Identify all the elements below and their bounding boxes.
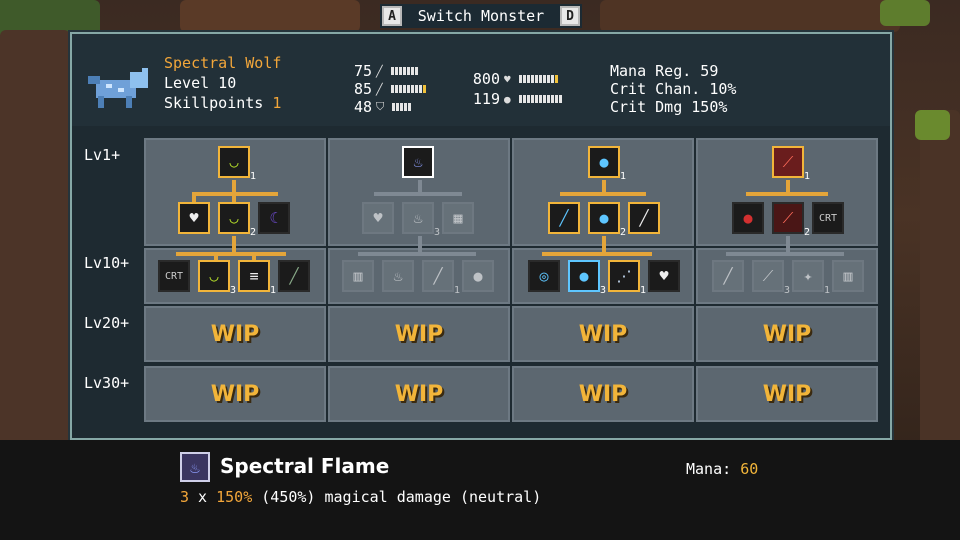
- crit-chance-stat: Crit Chan. 10%: [610, 80, 737, 98]
- skill-blood-slash[interactable]: ⟋ 1: [772, 146, 810, 182]
- desc-percent: 150%: [216, 488, 253, 506]
- mana-label: Mana:: [686, 460, 732, 478]
- skill-crit-up-2[interactable]: CRT: [812, 202, 844, 234]
- skill-shadow-slash[interactable]: ☾: [258, 202, 290, 234]
- defense-bar: [392, 103, 412, 111]
- skill-locked-c[interactable]: ╱ 1: [422, 260, 460, 296]
- wip-label: WIP: [394, 322, 444, 347]
- skill-health-up-locked[interactable]: ♥: [362, 202, 394, 234]
- desc-rest: (450%) magical damage (neutral): [252, 488, 542, 506]
- skill-frost-orb-3[interactable]: ● 3: [568, 260, 606, 296]
- skill-blood-drop[interactable]: ●: [732, 202, 764, 234]
- selected-skill-name: Spectral Flame: [220, 454, 390, 478]
- skill-locked-b[interactable]: ♨: [382, 260, 414, 292]
- heart-icon: ♥: [504, 72, 511, 86]
- skillpoints-label: Skillpoints: [164, 94, 264, 112]
- skill-info-bar: ♨ Spectral Flame Mana: 60 3 x 150% (450%…: [0, 440, 960, 540]
- skill-frost-orb-2[interactable]: ● 2: [588, 202, 626, 238]
- shield-bar: [518, 95, 562, 103]
- row-label-lv10: Lv10+: [84, 254, 130, 272]
- skill-heart-up[interactable]: ♥: [648, 260, 680, 292]
- switch-monster-label: Switch Monster: [417, 7, 545, 25]
- mana-regen-stat: Mana Reg. 59: [610, 62, 719, 80]
- skill-magic-up-locked[interactable]: ▦: [442, 202, 474, 234]
- row-label-lv1: Lv1+: [84, 146, 121, 164]
- skill-grid: Lv1+ Lv10+ Lv20+ Lv30+ WIP WIP WIP WIP W…: [72, 128, 890, 438]
- skill-locked-d[interactable]: ●: [462, 260, 494, 292]
- tree-cell-3-lv30: WIP: [512, 366, 694, 422]
- skill-magic-up[interactable]: ╱: [628, 202, 660, 234]
- wand-icon: ╱: [376, 82, 383, 96]
- stat-defense: 48 ⛉: [346, 98, 412, 116]
- monster-skillpoints: Skillpoints 1: [164, 94, 281, 112]
- skill-spectral-flame-2-locked[interactable]: ♨ 3: [402, 202, 440, 238]
- skill-tree-panel: Spectral Wolf Level 10 Skillpoints 1 75 …: [68, 30, 894, 442]
- skill-ice-spear[interactable]: ╱: [548, 202, 580, 234]
- wip-label: WIP: [762, 382, 812, 407]
- tree-cell-2-lv20: WIP: [328, 306, 510, 362]
- skill-locked-h[interactable]: ▥: [832, 260, 864, 292]
- skill-locked-a[interactable]: ▥: [342, 260, 374, 292]
- stat-magic: 85 ╱: [346, 80, 426, 98]
- shield-icon: ⛉: [376, 100, 385, 113]
- wip-label: WIP: [210, 382, 260, 407]
- stat-shield: 119 ●: [466, 90, 562, 108]
- switch-monster-bar: A Switch Monster D: [380, 4, 582, 28]
- row-label-lv30: Lv30+: [84, 374, 130, 392]
- selected-skill-mana: Mana: 60: [686, 460, 758, 478]
- wip-label: WIP: [578, 382, 628, 407]
- desc-x: x: [189, 488, 217, 506]
- skill-locked-f[interactable]: ⟋ 3: [752, 260, 790, 296]
- crit-damage-stat: Crit Dmg 150%: [610, 98, 728, 116]
- wip-label: WIP: [210, 322, 260, 347]
- skill-spectral-fang[interactable]: ◡ 1: [218, 146, 256, 182]
- attack-bar: [390, 67, 418, 75]
- spectral-flame-icon: ♨: [180, 452, 210, 482]
- health-value: 800: [472, 70, 500, 88]
- tree-cell-3-lv20: WIP: [512, 306, 694, 362]
- skill-health-up[interactable]: ♥: [178, 202, 210, 234]
- switch-next-key[interactable]: D: [560, 6, 580, 26]
- stat-attack: 75 ╱: [346, 62, 418, 80]
- stat-health: 800 ♥: [466, 70, 558, 88]
- skill-frost-orb[interactable]: ● 1: [588, 146, 626, 182]
- health-bar: [518, 75, 558, 83]
- desc-count: 3: [180, 488, 190, 506]
- switch-prev-key[interactable]: A: [382, 6, 402, 26]
- wip-label: WIP: [578, 322, 628, 347]
- skill-claw-strike[interactable]: ≡ 1: [238, 260, 276, 296]
- barrier-icon: ●: [504, 92, 511, 106]
- skill-blood-slash-2[interactable]: ⟋ 2: [772, 202, 810, 238]
- selected-skill-description: 3 x 150% (450%) magical damage (neutral): [180, 488, 541, 506]
- magic-value: 85: [353, 80, 372, 98]
- mana-value: 60: [740, 460, 759, 478]
- skill-spectral-fang-3[interactable]: ◡ 3: [198, 260, 236, 296]
- tree-cell-4-lv20: WIP: [696, 306, 878, 362]
- monster-header: Spectral Wolf Level 10 Skillpoints 1 75 …: [72, 34, 890, 126]
- defense-value: 48: [353, 98, 372, 116]
- skillpoints-value: 1: [272, 94, 282, 112]
- sword-icon: ╱: [376, 64, 383, 78]
- monster-level: Level 10: [164, 74, 237, 92]
- skill-attack-up[interactable]: ╱: [278, 260, 310, 292]
- skill-spectral-flame[interactable]: ♨: [402, 146, 434, 178]
- tree-cell-4-lv30: WIP: [696, 366, 878, 422]
- attack-value: 75: [353, 62, 372, 80]
- tree-cell-2-lv30: WIP: [328, 366, 510, 422]
- skill-locked-e[interactable]: ╱: [712, 260, 744, 292]
- skill-water-ring[interactable]: ◎: [528, 260, 560, 292]
- skill-locked-g[interactable]: ✦ 1: [792, 260, 830, 296]
- magic-bar: [390, 85, 426, 93]
- wip-label: WIP: [394, 382, 444, 407]
- skill-crit-up[interactable]: CRT: [158, 260, 190, 292]
- skill-spectral-fang-2[interactable]: ◡ 2: [218, 202, 256, 238]
- skill-frost-shards[interactable]: ⋰ 1: [608, 260, 646, 296]
- tree-cell-1-lv20: WIP: [144, 306, 326, 362]
- row-label-lv20: Lv20+: [84, 314, 130, 332]
- wip-label: WIP: [762, 322, 812, 347]
- spectral-wolf-portrait: [88, 68, 148, 108]
- shield-value: 119: [472, 90, 500, 108]
- tree-cell-1-lv30: WIP: [144, 366, 326, 422]
- monster-name: Spectral Wolf: [164, 54, 282, 72]
